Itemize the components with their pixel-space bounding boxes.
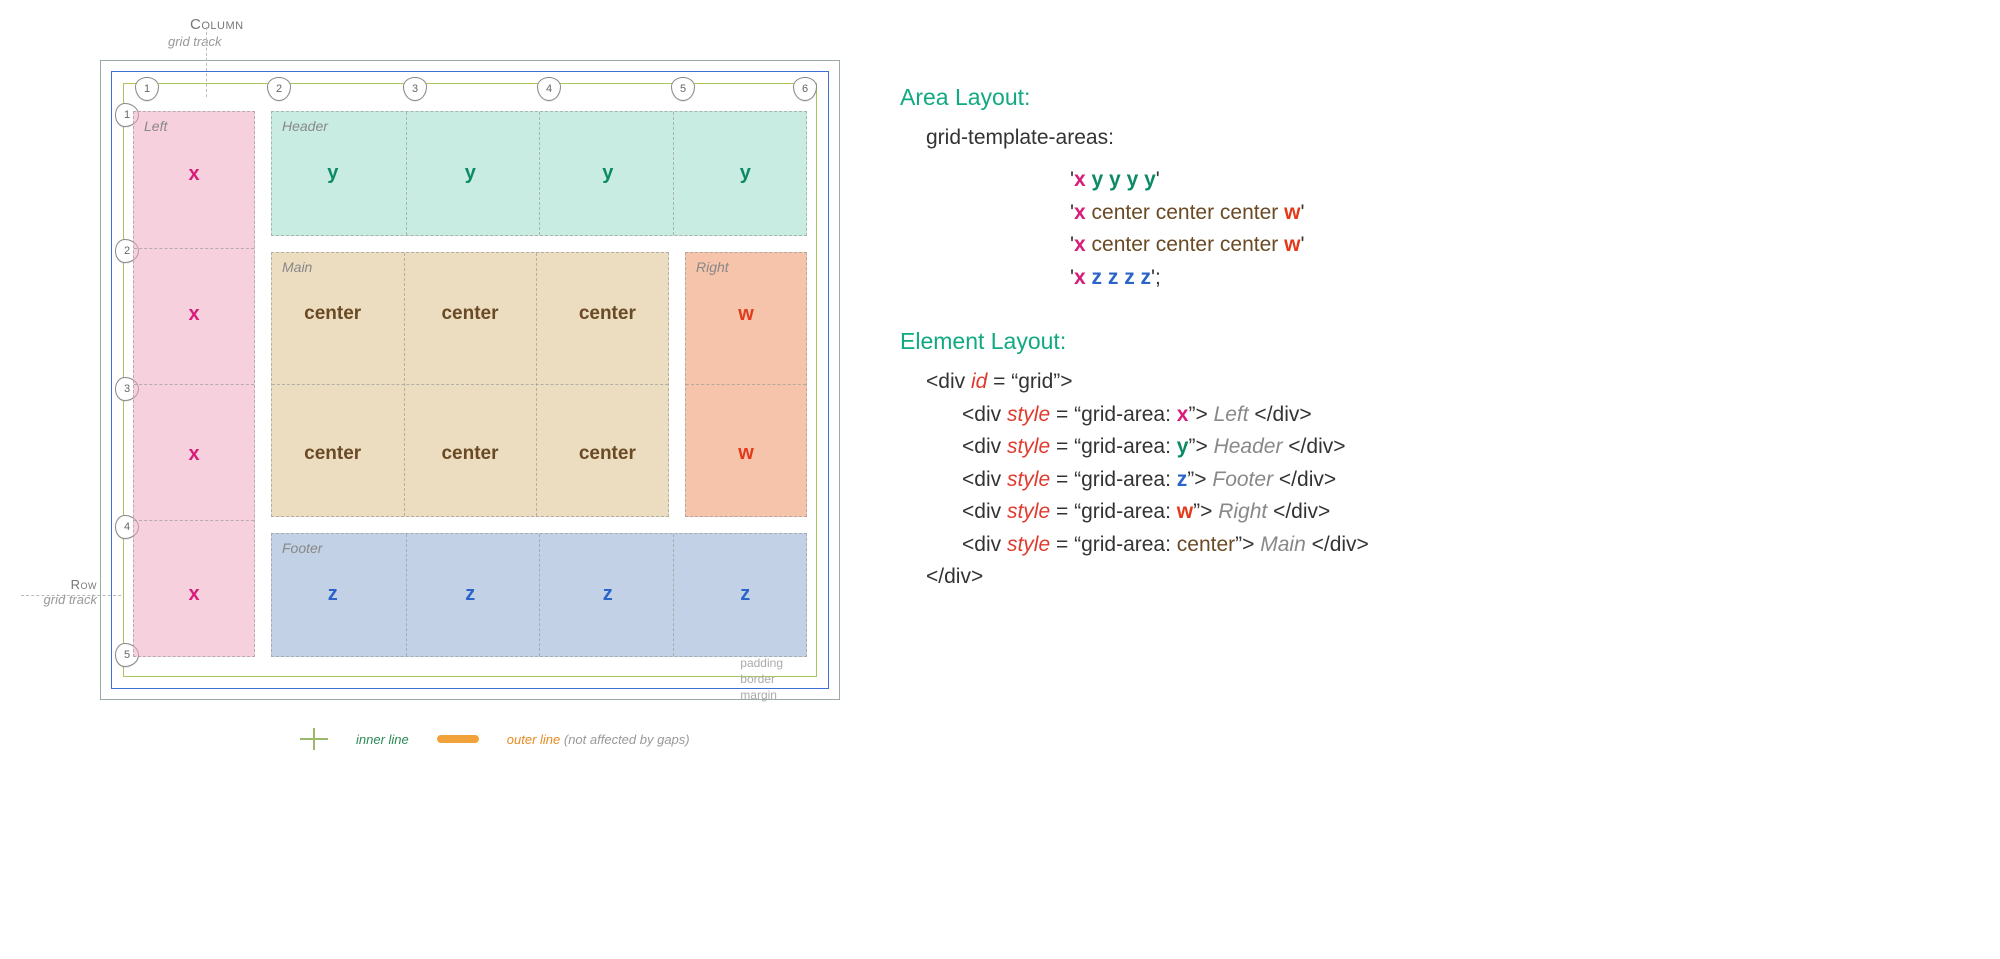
area-right-title: Right	[696, 259, 729, 275]
area-left-title: Left	[144, 118, 167, 134]
column-line-5: 5	[671, 77, 695, 101]
grid-track-label-top: grid track	[168, 34, 221, 49]
outer-line-note: (not affected by gaps)	[564, 732, 690, 747]
column-line-6: 6	[793, 77, 817, 101]
cell-w: w	[686, 392, 806, 516]
outer-line-icon	[437, 735, 479, 743]
column-line-3: 3	[403, 77, 427, 101]
area-left: Left x x x x	[133, 111, 255, 657]
area-header: Header y y y y	[271, 111, 807, 236]
cell-x: x	[134, 252, 254, 376]
cell-center: center	[547, 392, 668, 516]
area-right: Right w w	[685, 252, 807, 517]
area-main: Main center center center center center …	[271, 252, 669, 517]
css-grid: Left x x x x Header	[133, 111, 807, 657]
cell-center: center	[409, 253, 530, 377]
row-label: Row	[37, 577, 97, 592]
cell-y: y	[685, 112, 807, 235]
cell-center: center	[547, 253, 668, 377]
column-line-4: 4	[537, 77, 561, 101]
column-line-2: 2	[267, 77, 291, 101]
cell-x: x	[134, 532, 254, 656]
area-main-title: Main	[282, 259, 312, 275]
legend: inner line outer line (not affected by g…	[300, 728, 840, 750]
cell-z: z	[685, 534, 807, 657]
cell-z: z	[547, 534, 669, 657]
gta-property: grid-template-areas:	[926, 122, 1369, 155]
gta-rows: 'x y y y y''x center center center w''x …	[1070, 164, 1369, 294]
area-footer-title: Footer	[282, 540, 322, 556]
area-footer: Footer z z z z	[271, 533, 807, 658]
box-model-annotations: padding border margin	[740, 655, 783, 703]
margin-label: margin	[740, 687, 783, 703]
cell-y: y	[410, 112, 532, 235]
outer-line-label: outer line	[507, 732, 560, 747]
grid-diagram: Column grid track Row grid track 1 2 3 4…	[20, 20, 840, 750]
column-line-1: 1	[135, 77, 159, 101]
cell-z: z	[410, 534, 532, 657]
cell-y: y	[547, 112, 669, 235]
grid-track-label-left: grid track	[37, 592, 97, 607]
area-header-title: Header	[282, 118, 328, 134]
area-layout-heading: Area Layout:	[900, 80, 1369, 116]
cell-center: center	[409, 392, 530, 516]
explanation-panel: Area Layout: grid-template-areas: 'x y y…	[900, 20, 1369, 594]
column-track-pointer	[206, 27, 207, 97]
cell-x: x	[134, 392, 254, 516]
inner-line-label: inner line	[356, 732, 409, 747]
element-layout-heading: Element Layout:	[900, 324, 1369, 360]
inner-line-icon	[300, 728, 328, 750]
border-label: border	[740, 671, 783, 687]
grid-frame: Row grid track 1 2 3 4 5 6 1 2 3 4 5 Lef…	[100, 60, 840, 700]
row-track-label: Row grid track	[37, 577, 97, 607]
element-layout-code: <div id = “grid”><div style = “grid-area…	[926, 366, 1369, 594]
column-label: Column	[190, 16, 244, 33]
column-track-label: Column grid track	[20, 20, 840, 60]
cell-center: center	[272, 392, 393, 516]
padding-label: padding	[740, 655, 783, 671]
